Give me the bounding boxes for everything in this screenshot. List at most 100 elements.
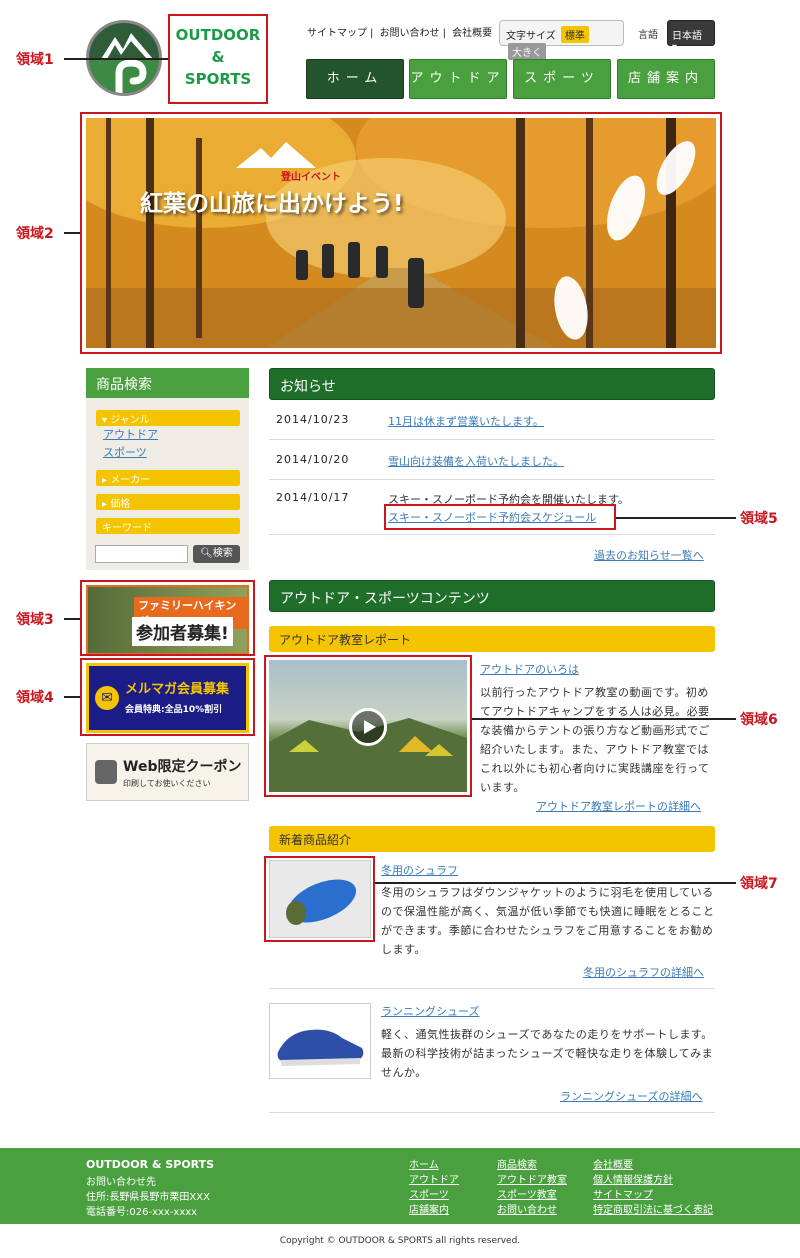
company-link[interactable]: 会社概要: [452, 28, 492, 39]
keyword-category: キーワード: [96, 518, 240, 534]
footer-link[interactable]: アウトドア: [409, 1173, 459, 1188]
caret-down-icon: ▾: [672, 42, 678, 53]
search-button[interactable]: 🔍︎検索: [193, 545, 240, 563]
product-detail-link[interactable]: ランニングシューズの詳細へ: [560, 1088, 702, 1104]
font-size-large-button[interactable]: 大きく: [508, 43, 546, 60]
annotation-box-4: [80, 658, 255, 736]
language-label: 言語: [638, 30, 658, 41]
news-date: 2014/10/17: [276, 491, 350, 504]
footer-col-2: 商品検索 アウトドア教室 スポーツ教室 お問い合わせ: [497, 1158, 567, 1218]
sitemap-link[interactable]: サイトマップ: [307, 28, 367, 39]
annotation-line-5: [616, 517, 736, 519]
footer-link[interactable]: お問い合わせ: [497, 1203, 567, 1218]
annotation-box-6: [264, 655, 472, 797]
annotation-box-3: [80, 580, 255, 656]
footer-address: 住所:長野県長野市栗田XXX: [86, 1192, 210, 1203]
font-size-normal-button[interactable]: 標準: [560, 26, 589, 43]
nav-outdoor[interactable]: アウトドア: [409, 59, 507, 99]
bag-icon: [95, 760, 117, 784]
running-shoes-image[interactable]: [269, 1003, 371, 1079]
genre-item-sports[interactable]: スポーツ: [103, 444, 239, 462]
footer-phone: 電話番号:026-xxx-xxxx: [86, 1207, 198, 1218]
annotation-label-3: 領域3: [16, 612, 54, 628]
footer-link[interactable]: 特定商取引法に基づく表記: [593, 1203, 713, 1218]
footer-link[interactable]: スポーツ: [409, 1188, 459, 1203]
report-item-title[interactable]: アウトドアのいろは: [480, 661, 579, 677]
footer-link[interactable]: 店舗案内: [409, 1203, 459, 1218]
maker-label: メーカー: [110, 475, 151, 486]
footer-link[interactable]: アウトドア教室: [497, 1173, 567, 1188]
news-row: 2014/10/23 11月は休まず営業いたします。: [269, 400, 715, 440]
annotation-box-1: [168, 14, 268, 104]
news-date: 2014/10/20: [276, 453, 350, 466]
product-body: 冬用のシュラフはダウンジャケットのように羽毛を使用しているので保温性能が高く、気…: [381, 886, 715, 956]
news-link[interactable]: 11月は休まず営業いたします。: [388, 413, 544, 429]
annotation-label-7: 領域7: [740, 876, 778, 892]
search-button-label: 検索: [212, 548, 233, 559]
genre-item-outdoor[interactable]: アウトドア: [103, 426, 239, 444]
footer-contact: お問い合わせ先 住所:長野県長野市栗田XXX 電話番号:026-xxx-xxxx: [86, 1175, 210, 1220]
price-category[interactable]: ▸ 価格: [96, 494, 240, 510]
annotation-line-6: [472, 718, 736, 720]
annotation-line-2: [64, 232, 80, 234]
annotation-label-1: 領域1: [16, 52, 54, 68]
product-search-title: 商品検索: [86, 368, 249, 398]
nav-sports[interactable]: スポーツ: [513, 59, 611, 99]
coupon-banner[interactable]: Web限定クーポン 印刷してお使いください: [86, 743, 249, 801]
contact-link[interactable]: お問い合わせ: [380, 28, 440, 39]
annotation-label-6: 領域6: [740, 712, 778, 728]
news-row: 2014/10/20 雪山向け装備を入荷いたしました。: [269, 440, 715, 480]
nav-home[interactable]: ホーム: [306, 59, 404, 99]
annotation-line-4: [64, 696, 80, 698]
footer-link[interactable]: 個人情報保護方針: [593, 1173, 713, 1188]
report-heading: アウトドア教室レポート: [269, 626, 715, 652]
footer-contact-label: お問い合わせ先: [86, 1177, 156, 1188]
product-detail-link[interactable]: 冬用のシュラフの詳細へ: [583, 964, 704, 980]
footer-col-1: ホーム アウトドア スポーツ 店舗案内: [409, 1158, 459, 1218]
keyword-label: キーワード: [102, 523, 152, 534]
running-shoe-icon: [277, 1029, 364, 1066]
annotation-label-5: 領域5: [740, 511, 778, 527]
news-title: お知らせ: [269, 368, 715, 400]
nav-stores[interactable]: 店舗案内: [617, 59, 715, 99]
report-body: 以前行ったアウトドア教室の動画です。初めてアウトドアキャンプをする人は必見。必要…: [480, 686, 710, 794]
copyright: Copyright © OUTDOOR & SPORTS all rights …: [279, 1236, 521, 1246]
divider: [269, 1112, 715, 1113]
keyword-input[interactable]: [95, 545, 188, 563]
price-label: 価格: [110, 499, 131, 510]
news-date: 2014/10/23: [276, 413, 350, 426]
annotation-box-5: [384, 504, 616, 530]
annotation-label-2: 領域2: [16, 226, 54, 242]
footer-link[interactable]: ホーム: [409, 1158, 459, 1173]
footer-brand: OUTDOOR & SPORTS: [86, 1158, 215, 1171]
font-size-label: 文字サイズ: [506, 31, 556, 42]
maker-category[interactable]: ▸ メーカー: [96, 470, 240, 486]
footer-link[interactable]: スポーツ教室: [497, 1188, 567, 1203]
contents-title: アウトドア・スポーツコンテンツ: [269, 580, 715, 612]
utility-links: サイトマップ | お問い合わせ | 会社概要: [307, 28, 493, 39]
product-body: 軽く、通気性抜群のシューズであなたの走りをサポートします。最新の科学技術が詰まっ…: [381, 1028, 714, 1079]
footer-link[interactable]: 会社概要: [593, 1158, 713, 1173]
news-archive-link[interactable]: 過去のお知らせ一覧へ: [594, 547, 704, 563]
banner3-line1: Web限定クーポン: [123, 759, 242, 775]
language-select[interactable]: 日本語 ▾: [667, 20, 715, 53]
search-icon: 🔍︎: [200, 548, 213, 559]
banner3-line2: 印刷してお使いください: [123, 779, 211, 788]
product-title[interactable]: ランニングシューズ: [381, 1003, 479, 1019]
news-link[interactable]: 雪山向け装備を入荷いたしました。: [388, 453, 564, 469]
annotation-line-7: [375, 882, 736, 884]
language-value: 日本語: [672, 31, 702, 42]
product-title[interactable]: 冬用のシュラフ: [381, 862, 458, 878]
footer-link[interactable]: サイトマップ: [593, 1188, 713, 1203]
annotation-line-1: [64, 58, 168, 60]
annotation-box-2: [80, 112, 722, 354]
font-size-switcher: 文字サイズ 標準大きく: [499, 20, 624, 60]
report-detail-link[interactable]: アウトドア教室レポートの詳細へ: [536, 798, 701, 814]
annotation-box-7: [264, 856, 375, 942]
footer-col-3: 会社概要 個人情報保護方針 サイトマップ 特定商取引法に基づく表記: [593, 1158, 713, 1218]
divider: [269, 988, 715, 989]
footer: OUTDOOR & SPORTS お問い合わせ先 住所:長野県長野市栗田XXX …: [0, 1148, 800, 1224]
footer-link[interactable]: 商品検索: [497, 1158, 567, 1173]
new-products-heading: 新着商品紹介: [269, 826, 715, 852]
genre-category[interactable]: ▾ ジャンル: [96, 410, 240, 426]
